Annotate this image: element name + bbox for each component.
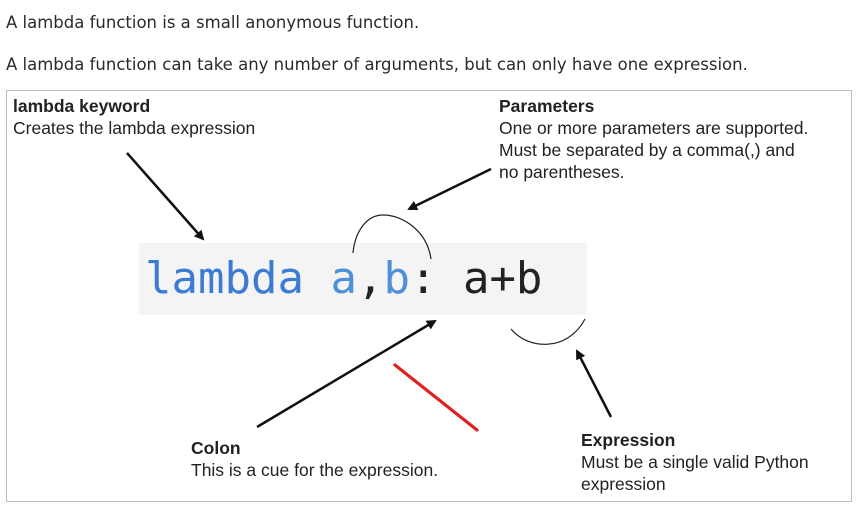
red-mark (393, 363, 479, 432)
intro-line-2: A lambda function can take any number of… (6, 55, 748, 74)
arrow-expression (575, 349, 613, 418)
arrow-parameters (407, 167, 492, 211)
arc-expression (510, 318, 586, 345)
intro-line-1: A lambda function is a small anonymous f… (6, 13, 420, 32)
lambda-diagram: lambda a,b: a+b lambda keyword Creates t… (6, 90, 852, 502)
arc-parameters (352, 214, 432, 260)
arrow-lambda-keyword (126, 152, 205, 241)
diagram-arrows (126, 152, 613, 432)
